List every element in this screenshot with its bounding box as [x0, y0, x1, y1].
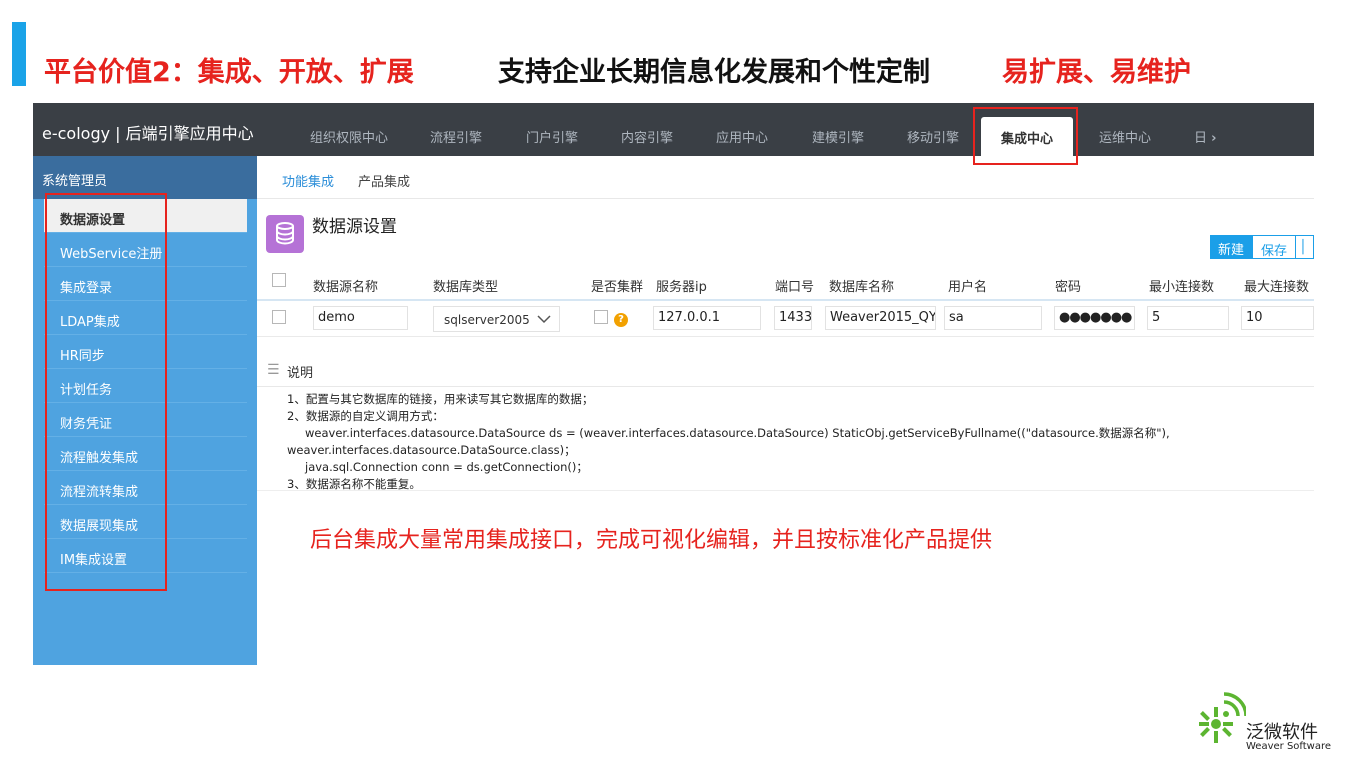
tab-log-label: 日 — [1194, 131, 1208, 146]
note-line-3: weaver.interfaces.datasource.DataSource … — [305, 426, 1170, 440]
chevron-right-icon: › — [1211, 131, 1217, 146]
note-line-4: weaver.interfaces.datasource.DataSource.… — [287, 443, 576, 457]
tab-log[interactable]: 日 › — [1194, 127, 1217, 146]
table-header: 数据源名称 数据库类型 是否集群 服务器ip 端口号 数据库名称 用户名 密码 … — [257, 265, 1314, 301]
chevron-down-icon — [537, 315, 551, 324]
tab-org[interactable]: 组织权限中心 — [310, 127, 388, 146]
th-port: 端口号 — [775, 280, 815, 295]
th-cluster: 是否集群 — [591, 280, 644, 295]
notes-header[interactable]: ☰ 说明 — [257, 349, 1314, 387]
th-ip: 服务器ip — [656, 280, 707, 295]
tab-workflow[interactable]: 流程引擎 — [430, 127, 482, 146]
tab-ops[interactable]: 运维中心 — [1099, 127, 1151, 146]
tab-app-center[interactable]: 应用中心 — [716, 127, 768, 146]
toolbar: 新建 保存 │ — [1210, 235, 1314, 259]
table-row: demo sqlserver2005 ? 127.0.0.1 1433 Weav… — [257, 301, 1314, 337]
port-field[interactable]: 1433 — [774, 306, 812, 330]
note-line-5: java.sql.Connection conn = ds.getConnect… — [305, 460, 588, 474]
tab-content[interactable]: 内容引擎 — [621, 127, 673, 146]
slide-title-right: 易扩展、易维护 — [1002, 57, 1191, 88]
password-field[interactable]: ●●●●●●● — [1054, 306, 1135, 330]
page-title: 数据源设置 — [312, 217, 397, 237]
notes-divider — [257, 490, 1314, 491]
menu-icon: ☰ — [267, 362, 280, 378]
th-name: 数据源名称 — [313, 280, 379, 295]
database-icon — [266, 215, 304, 253]
name-field[interactable]: demo — [313, 306, 408, 330]
top-nav: 组织权限中心 流程引擎 门户引擎 内容引擎 应用中心 建模引擎 移动引擎 集成中… — [257, 103, 1314, 156]
notes-body: 1、配置与其它数据库的链接，用来读写其它数据库的数据； 2、数据源的自定义调用方… — [287, 391, 1307, 493]
th-password: 密码 — [1055, 280, 1082, 295]
th-min-conn: 最小连接数 — [1149, 280, 1215, 295]
username-field[interactable]: sa — [944, 306, 1042, 330]
cluster-checkbox[interactable] — [594, 310, 608, 324]
note-line-2: 2、数据源的自定义调用方式： — [287, 409, 444, 423]
tab-portal[interactable]: 门户引擎 — [526, 127, 578, 146]
accent-bar — [12, 22, 26, 86]
tab-mobile[interactable]: 移动引擎 — [907, 127, 959, 146]
slide-caption: 后台集成大量常用集成接口，完成可视化编辑，并且按标准化产品提供 — [310, 528, 993, 553]
sub-tabs: 功能集成 产品集成 — [257, 156, 1314, 199]
db-type-value: sqlserver2005 — [444, 313, 530, 327]
notes-title: 说明 — [287, 366, 314, 381]
slide-title-left: 平台价值2：集成、开放、扩展 — [44, 57, 414, 88]
tab-modeling[interactable]: 建模引擎 — [812, 127, 864, 146]
subtab-product[interactable]: 产品集成 — [358, 171, 410, 190]
row-checkbox[interactable] — [272, 310, 286, 324]
highlight-integration-tab — [973, 107, 1078, 165]
note-line-1: 1、配置与其它数据库的链接，用来读写其它数据库的数据； — [287, 392, 594, 406]
max-conn-field[interactable]: 10 — [1241, 306, 1314, 330]
weaver-logo-icon — [1199, 692, 1246, 743]
slide-title-mid: 支持企业长期信息化发展和个性定制 — [498, 57, 930, 88]
min-conn-field[interactable]: 5 — [1147, 306, 1229, 330]
server-ip-field[interactable]: 127.0.0.1 — [653, 306, 761, 330]
highlight-sidebar — [45, 193, 167, 591]
main-content: 数据源设置 新建 保存 │ 数据源名称 数据库类型 是否集群 服务器ip 端口号… — [257, 199, 1314, 665]
brand: e-cology | 后端引擎应用中心 — [33, 103, 257, 156]
th-db-name: 数据库名称 — [829, 280, 895, 295]
more-button[interactable]: │ — [1296, 235, 1314, 259]
subtab-function[interactable]: 功能集成 — [282, 171, 334, 190]
app-window: e-cology | 后端引擎应用中心 系统管理员 数据源设置 WebServi… — [33, 103, 1314, 665]
db-type-select[interactable]: sqlserver2005 — [433, 306, 560, 332]
th-user: 用户名 — [948, 280, 988, 295]
new-button[interactable]: 新建 — [1210, 235, 1253, 259]
db-name-field[interactable]: Weaver2015_QY — [825, 306, 936, 330]
help-icon[interactable]: ? — [614, 313, 628, 327]
logo-en: Weaver Software — [1246, 741, 1332, 752]
th-db-type: 数据库类型 — [433, 280, 499, 295]
weaver-logo: 泛微软件 Weaver Software — [1194, 690, 1339, 752]
th-max-conn: 最大连接数 — [1244, 280, 1310, 295]
select-all-checkbox[interactable] — [272, 273, 286, 287]
save-button[interactable]: 保存 — [1252, 235, 1297, 259]
